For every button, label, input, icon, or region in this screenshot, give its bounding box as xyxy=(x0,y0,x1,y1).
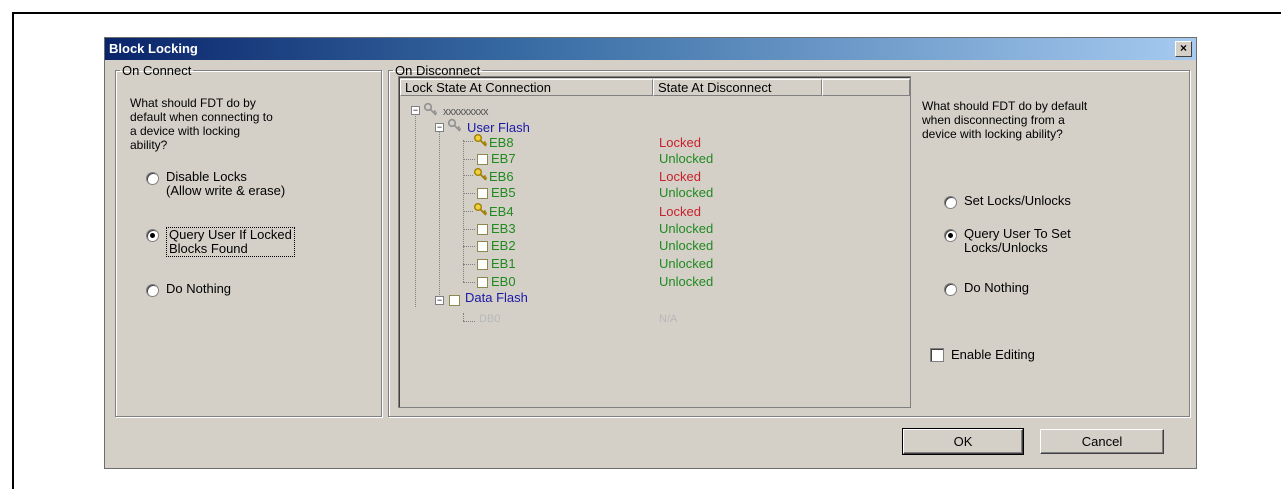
unlocked-block-icon xyxy=(477,188,488,199)
on-connect-question: What should FDT do by default when conne… xyxy=(130,96,273,152)
disable-locks-label: Disable Locks (Allow write & erase) xyxy=(166,169,286,198)
tree-line xyxy=(463,264,475,265)
tree-block-name[interactable]: EB1 xyxy=(491,256,516,272)
connect-do-nothing-radio[interactable]: Do Nothing xyxy=(146,282,231,297)
connect-do-nothing-label: Do Nothing xyxy=(166,281,232,296)
tree-line xyxy=(463,193,475,194)
tree-block-state: Unlocked xyxy=(659,151,714,166)
tree-line xyxy=(463,141,473,142)
tree-block-state: Unlocked xyxy=(659,256,714,271)
query-user-locked-radio-dot xyxy=(146,229,159,242)
unlocked-block-icon xyxy=(477,259,488,270)
tree-block-name[interactable]: EB5 xyxy=(491,185,516,201)
tree-block-name[interactable]: DB0 xyxy=(479,311,500,327)
cancel-button[interactable]: Cancel xyxy=(1040,429,1164,454)
tree-line xyxy=(463,159,475,160)
ok-button[interactable]: OK xyxy=(902,428,1024,455)
tree-line xyxy=(463,282,475,283)
tree-block-name[interactable]: EB4 xyxy=(489,204,514,220)
tree-block-state: Unlocked xyxy=(659,185,714,200)
user-flash-collapse-toggle[interactable]: − xyxy=(435,123,444,132)
tree-line xyxy=(463,211,473,212)
unlocked-block-icon xyxy=(477,241,488,252)
set-locks-label: Set Locks/Unlocks xyxy=(964,193,1071,208)
query-user-set-radio-dot xyxy=(944,229,957,242)
tree-line xyxy=(439,125,440,301)
tree-block-name[interactable]: EB6 xyxy=(489,169,514,185)
close-button[interactable]: × xyxy=(1175,41,1192,57)
tree-line xyxy=(463,229,475,230)
tree-block-name[interactable]: EB8 xyxy=(489,135,514,151)
tree-block-state: Locked xyxy=(659,169,701,184)
tree-line xyxy=(463,246,475,247)
disconnect-do-nothing-radio-dot xyxy=(944,283,957,296)
tree-line xyxy=(463,321,475,322)
tree-block-state: Locked xyxy=(659,135,701,150)
tree-block-name[interactable]: EB2 xyxy=(491,238,516,254)
data-flash-collapse-toggle[interactable]: − xyxy=(435,296,444,305)
disconnect-do-nothing-label: Do Nothing xyxy=(964,280,1030,295)
key-icon xyxy=(474,134,488,147)
tree-block-name[interactable]: EB7 xyxy=(491,151,516,167)
key-icon xyxy=(423,102,438,116)
tree-block-name[interactable]: EB3 xyxy=(491,221,516,237)
query-user-locked-label: Query User If Locked Blocks Found xyxy=(166,227,295,257)
on-disconnect-question: What should FDT do by default when disco… xyxy=(922,99,1088,141)
title-bar: Block Locking × xyxy=(105,38,1196,60)
tree-block-state: Locked xyxy=(659,204,701,219)
tree-line xyxy=(463,175,473,176)
query-user-set-label: Query User To Set Locks/Unlocks xyxy=(964,226,1071,255)
set-locks-radio-dot xyxy=(944,196,957,209)
enable-editing-checkbox-box xyxy=(930,347,944,362)
root-collapse-toggle[interactable]: − xyxy=(411,106,420,115)
unlocked-block-icon xyxy=(477,224,488,235)
column-header-state-at-disconnect[interactable]: State At Disconnect xyxy=(653,79,822,96)
block-locking-dialog: Block Locking × On Connect What should F… xyxy=(104,37,1197,469)
close-icon: × xyxy=(1179,41,1187,55)
tree-block-state: Unlocked xyxy=(659,238,714,253)
column-header-empty xyxy=(822,79,910,96)
tree-line xyxy=(415,111,416,307)
tree-block-name[interactable]: EB0 xyxy=(491,274,516,290)
set-locks-radio[interactable]: Set Locks/Unlocks xyxy=(944,194,1071,209)
disable-locks-radio-dot xyxy=(146,172,159,185)
on-connect-legend: On Connect xyxy=(122,63,192,78)
unlocked-block-icon xyxy=(477,277,488,288)
column-header-lock-state[interactable]: Lock State At Connection xyxy=(400,79,653,96)
key-icon xyxy=(474,168,488,181)
query-user-set-radio[interactable]: Query User To Set Locks/Unlocks xyxy=(944,227,1071,255)
connect-do-nothing-radio-dot xyxy=(146,284,159,297)
key-icon xyxy=(447,118,462,132)
tree-block-state: Unlocked xyxy=(659,274,714,289)
unlocked-block-icon xyxy=(477,154,488,165)
disconnect-do-nothing-radio[interactable]: Do Nothing xyxy=(944,281,1029,296)
lock-state-tree[interactable]: Lock State At Connection State At Discon… xyxy=(398,76,911,408)
enable-editing-checkbox[interactable]: Enable Editing xyxy=(930,347,1035,362)
tree-block-state: Unlocked xyxy=(659,221,714,236)
dialog-title: Block Locking xyxy=(109,41,198,56)
key-icon xyxy=(474,203,488,216)
data-flash-icon xyxy=(449,295,460,306)
disable-locks-radio[interactable]: Disable Locks (Allow write & erase) xyxy=(146,170,285,198)
query-user-locked-radio[interactable]: Query User If Locked Blocks Found xyxy=(146,227,295,257)
tree-block-state: N/A xyxy=(659,313,678,325)
enable-editing-label: Enable Editing xyxy=(951,347,1035,362)
tree-line xyxy=(463,313,464,321)
tree-data-flash-label[interactable]: Data Flash xyxy=(465,290,528,306)
